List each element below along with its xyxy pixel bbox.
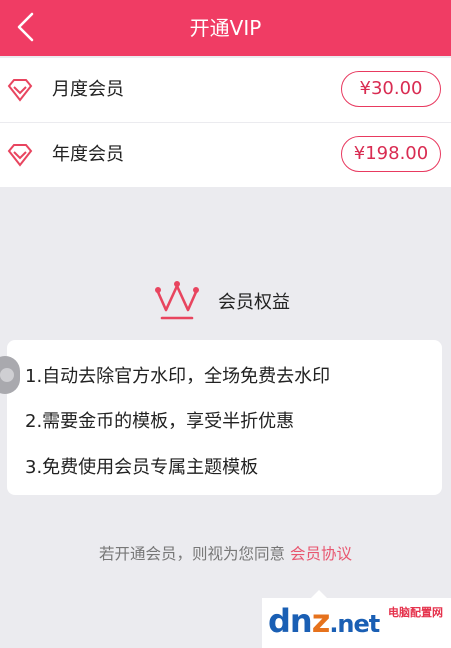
plan-row-yearly[interactable]: 年度会员 ¥198.00 <box>0 123 451 187</box>
agreement-link[interactable]: 会员协议 <box>290 545 352 563</box>
benefit-item: 1.自动去除官方水印，全场免费去水印 <box>25 366 331 387</box>
plan-row-monthly[interactable]: 月度会员 ¥30.00 <box>0 58 451 122</box>
benefits-title: 会员权益 <box>218 292 290 313</box>
benefits-header: 会员权益 <box>0 278 451 326</box>
diamond-icon <box>7 79 33 102</box>
agreement-text: 若开通会员，则视为您同意 会员协议 <box>0 542 451 564</box>
watermark-logo: dnz.net 电脑配置网 <box>262 598 451 648</box>
benefit-item: 2.需要金币的模板，享受半折优惠 <box>25 411 295 432</box>
page-title: 开通VIP <box>189 16 262 40</box>
watermark-text: dn <box>268 602 313 640</box>
benefits-card: 1.自动去除官方水印，全场免费去水印 2.需要金币的模板，享受半折优惠 3.免费… <box>7 340 442 495</box>
plan-name: 年度会员 <box>52 144 124 165</box>
watermark-text: .net <box>329 610 380 638</box>
app-header: 开通VIP <box>0 0 451 56</box>
watermark-subtitle: 电脑配置网 <box>388 606 443 619</box>
price-button-monthly[interactable]: ¥30.00 <box>341 71 441 107</box>
diamond-icon <box>7 144 33 167</box>
benefit-item: 3.免费使用会员专属主题模板 <box>25 457 259 478</box>
handle-icon <box>0 368 14 382</box>
price-button-yearly[interactable]: ¥198.00 <box>341 136 441 172</box>
agreement-prefix: 若开通会员，则视为您同意 <box>99 545 290 563</box>
plan-name: 月度会员 <box>52 79 124 100</box>
watermark-wordmark: dnz.net <box>268 602 380 640</box>
crown-icon <box>155 281 199 320</box>
watermark-text: z <box>311 602 331 640</box>
